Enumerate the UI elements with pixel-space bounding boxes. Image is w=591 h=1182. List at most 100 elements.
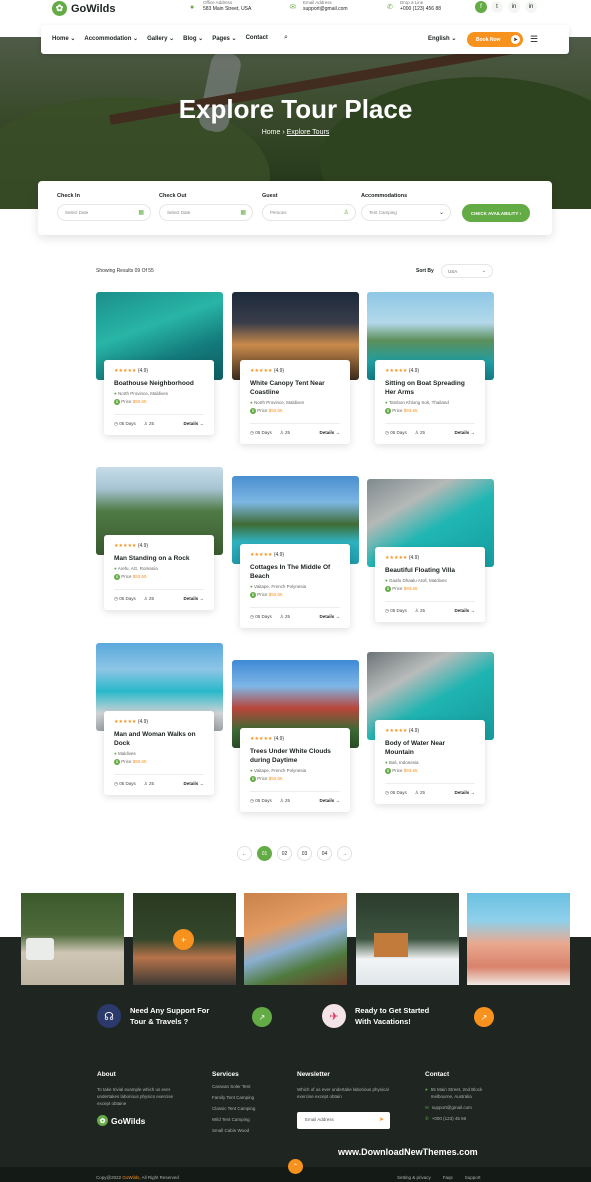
tour-title[interactable]: Man and Woman Walks on Dock	[114, 730, 204, 748]
details-link[interactable]: Details →	[319, 614, 340, 620]
facebook-icon[interactable]: f	[475, 1, 487, 13]
details-link[interactable]: Details →	[319, 798, 340, 804]
contact-value[interactable]: support@gmail.com	[303, 6, 348, 13]
support-link[interactable]: Support	[465, 1175, 481, 1180]
details-link[interactable]: Details →	[319, 430, 340, 436]
footer-email[interactable]: ✉ support@gmail.com	[425, 1104, 505, 1111]
footer-logo[interactable]: ✿ GoWilds	[97, 1115, 187, 1126]
copyright-brand[interactable]: GoWilds	[122, 1175, 139, 1180]
instagram-icon[interactable]: in	[508, 1, 520, 13]
details-link[interactable]: Details →	[454, 430, 475, 436]
support-title: Need Any Support For	[130, 1006, 210, 1015]
gallery-image-snow-cabin[interactable]	[356, 893, 459, 985]
nav-item-contact[interactable]: Contact	[246, 35, 268, 42]
page-2-button[interactable]: 02	[277, 846, 292, 861]
tour-card-footer: ◷ 05 Days ♙ 25 Details →	[250, 423, 340, 436]
page-3-button[interactable]: 03	[297, 846, 312, 861]
faqs-link[interactable]: Faqs	[443, 1175, 453, 1180]
footer-service-link[interactable]: Family Tent Camping	[212, 1095, 255, 1100]
users-icon: ♙	[143, 421, 148, 426]
contact-address: ● Office Address 583 Main Street, USA	[190, 0, 251, 13]
footer-service-link[interactable]: Small Cabin Wood	[212, 1128, 255, 1133]
tour-title[interactable]: Cottages In The Middle Of Beach	[250, 563, 340, 581]
duration-text: 05 Days	[119, 421, 136, 426]
page-title: Explore Tour Place	[178, 94, 413, 124]
support-subtitle: Tour & Travels ?	[130, 1017, 189, 1026]
tour-card-body: ★★★★★ (4.9) Trees Under White Clouds duri…	[240, 728, 350, 812]
tour-title[interactable]: Man Standing on a Rock	[114, 554, 204, 563]
users-icon: ♙	[143, 781, 148, 786]
nav-item-pages[interactable]: Pages ⌄	[212, 35, 236, 42]
check-availability-button[interactable]: CHECK AVAILABILITY ›	[462, 204, 530, 222]
gallery-image-window-view[interactable]	[244, 893, 347, 985]
footer-phone[interactable]: ✆ +000 (123) 45 66	[425, 1115, 505, 1122]
tour-title[interactable]: White Canopy Tent Near Coastline	[250, 379, 340, 397]
footer-service-link[interactable]: Classic Tent Camping	[212, 1106, 255, 1111]
logo[interactable]: ✿ GoWilds	[52, 1, 116, 16]
rating-value: (4.9)	[137, 368, 149, 374]
tour-title[interactable]: Body of Water Near Mountain	[385, 739, 475, 757]
newsletter-email-input[interactable]: Email Address ➤	[297, 1112, 390, 1129]
details-link[interactable]: Details →	[454, 608, 475, 614]
gallery-image-camping[interactable]	[21, 893, 124, 985]
check-out-input[interactable]: Select Date ▦	[159, 204, 253, 221]
sort-select[interactable]: USA ⌄	[441, 264, 493, 278]
details-link[interactable]: Details →	[183, 421, 204, 427]
next-page-button[interactable]: →	[337, 846, 352, 861]
nav-item-gallery[interactable]: Gallery ⌄	[147, 35, 174, 42]
clock-icon: ◷	[114, 781, 118, 786]
accommodations-select[interactable]: Tent Camping ⌄	[361, 204, 451, 221]
arrow-right-icon: →	[470, 790, 476, 795]
breadcrumb-current: Explore Tours	[286, 129, 330, 136]
search-icon[interactable]: ⌕	[284, 34, 288, 42]
language-select[interactable]: English ⌄	[428, 35, 456, 42]
get-started-arrow-button[interactable]: ↗	[474, 1007, 494, 1027]
rating-stars: ★★★★★ (4.9)	[385, 368, 475, 374]
twitter-icon[interactable]: t	[491, 1, 503, 13]
gallery-image-house[interactable]	[467, 893, 570, 985]
details-label: Details	[454, 790, 470, 795]
book-now-button[interactable]: Book Now ➤	[467, 32, 523, 47]
get-started-subtitle: With Vacations!	[355, 1017, 411, 1026]
guest-input[interactable]: Persons ♙	[262, 204, 356, 221]
rating-stars: ★★★★★ (4.9)	[114, 543, 204, 549]
privacy-link[interactable]: Setting & privacy	[397, 1175, 431, 1180]
contact-value[interactable]: +000 (123) 456 88	[400, 6, 441, 13]
footer-heading: Newsletter	[297, 1071, 330, 1078]
tour-title[interactable]: Sitting on Boat Spreading Her Arms	[385, 379, 475, 397]
send-icon[interactable]: ➤	[379, 1116, 384, 1123]
footer-phone-text: +000 (123) 45 66	[431, 1116, 467, 1121]
footer-service-link[interactable]: Caravan Soler Tent	[212, 1084, 255, 1089]
price-value: $93.65	[268, 776, 283, 781]
linkedin-icon[interactable]: in	[525, 1, 537, 13]
details-link[interactable]: Details →	[454, 790, 475, 796]
field-placeholder: Persons	[270, 210, 287, 215]
details-label: Details	[183, 421, 199, 426]
field-placeholder: Select Date	[167, 210, 191, 215]
support-arrow-button[interactable]: ↗	[252, 1007, 272, 1027]
tour-title[interactable]: Trees Under White Clouds during Daytime	[250, 747, 340, 765]
breadcrumb-home[interactable]: Home	[262, 129, 281, 136]
nav-item-blog[interactable]: Blog ⌄	[183, 35, 203, 42]
tour-title[interactable]: Boathouse Neighborhood	[114, 379, 204, 388]
nav-item-accommodation[interactable]: Accommodation ⌄	[84, 35, 138, 42]
page-4-button[interactable]: 04	[317, 846, 332, 861]
details-link[interactable]: Details →	[183, 596, 204, 602]
footer-service-link[interactable]: Wild Tent Camping	[212, 1117, 255, 1122]
prev-page-button[interactable]: ←	[237, 846, 252, 861]
details-link[interactable]: Details →	[183, 781, 204, 787]
tour-location: ● Arefu, AG, Romania	[114, 566, 204, 571]
scroll-top-button[interactable]: ⌃	[288, 1159, 303, 1174]
tour-card-footer: ◷ 05 Days ♙ 25 Details →	[250, 791, 340, 804]
plus-icon[interactable]: +	[173, 929, 194, 950]
tour-card-body: ★★★★★ (4.9) Man Standing on a Rock ● Arefu…	[104, 535, 214, 610]
tour-title[interactable]: Beautiful Floating Villa	[385, 566, 475, 575]
hamburger-icon[interactable]: ☰	[530, 34, 538, 45]
language-label: English	[428, 36, 450, 42]
calendar-icon: ▦	[240, 210, 246, 216]
tour-card-footer: ◷ 05 Days ♙ 25 Details →	[250, 607, 340, 620]
check-in-input[interactable]: Select Date ▦	[57, 204, 151, 221]
page-1-button[interactable]: 01	[257, 846, 272, 861]
nav-label: Blog	[183, 36, 197, 42]
nav-item-home[interactable]: Home ⌄	[52, 35, 75, 42]
